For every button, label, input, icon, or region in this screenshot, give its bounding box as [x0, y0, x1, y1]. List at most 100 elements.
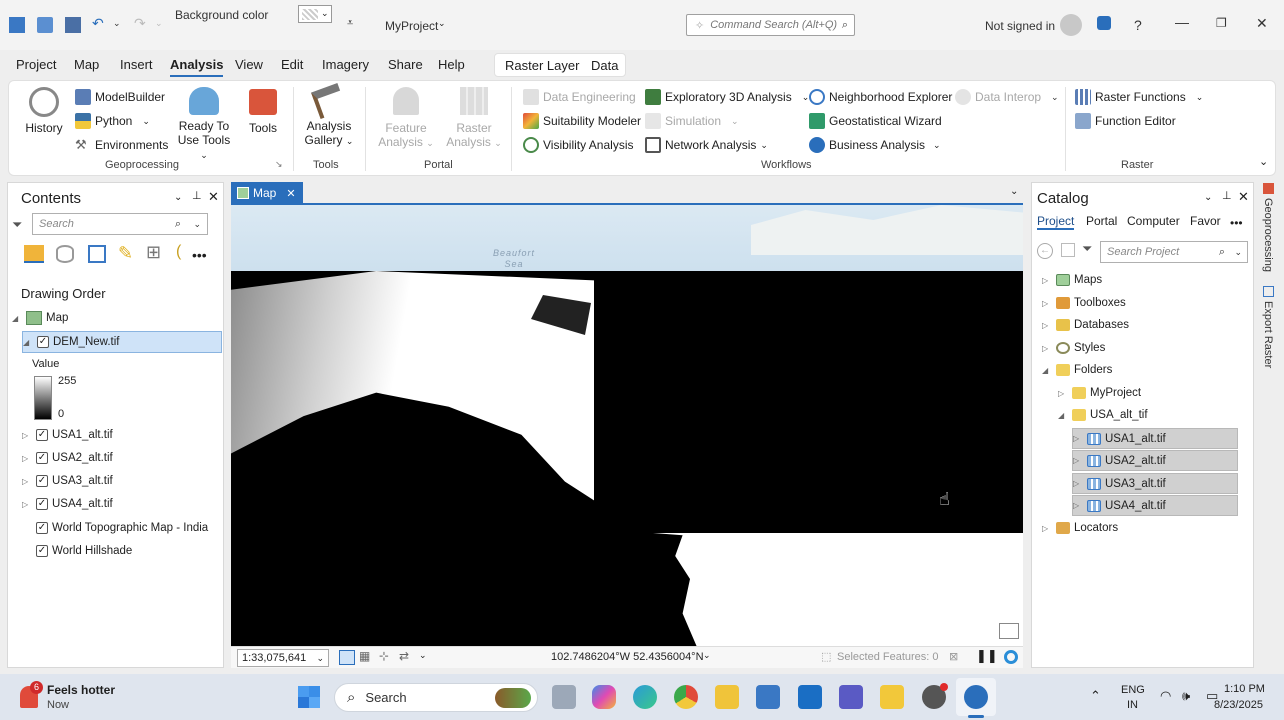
raster-analysis-button[interactable]: Raster Analysis ⌄	[445, 87, 503, 150]
volume-icon[interactable]: 🕪	[1182, 688, 1190, 704]
visibility-analysis-button[interactable]: Visibility Analysis	[523, 137, 633, 153]
data-engineering-button[interactable]: Data Engineering	[523, 89, 636, 105]
teams-icon[interactable]	[839, 685, 863, 709]
new-project-icon[interactable]	[9, 17, 25, 33]
tab-edit[interactable]: Edit	[281, 57, 303, 72]
language-1[interactable]: ENG	[1121, 684, 1145, 696]
expand-triangle-icon[interactable]: ▷	[1042, 344, 1052, 353]
list-by-selection-icon[interactable]	[88, 245, 106, 263]
layer-row[interactable]: ▷ ✓ USA4_alt.tif	[22, 494, 113, 514]
exploratory-3d-analysis-button[interactable]: Exploratory 3D Analysis ⌄	[645, 89, 809, 105]
business-analysis-button[interactable]: Business Analysis ⌄	[809, 137, 941, 153]
outlook-icon[interactable]	[798, 685, 822, 709]
layer-row-selected[interactable]: ◢ ✓ DEM_New.tif	[22, 331, 222, 353]
list-by-drawing-order-icon[interactable]	[24, 245, 44, 263]
catalog-item-styles[interactable]: ▷ Styles	[1042, 338, 1105, 358]
expand-triangle-icon[interactable]: ▷	[22, 477, 32, 486]
fixed-scale-icon[interactable]	[339, 650, 355, 665]
tab-map[interactable]: Map	[74, 57, 99, 72]
ready-to-use-tools-button[interactable]: Ready To Use Tools ⌄	[175, 87, 233, 162]
help-icon[interactable]: ?	[1134, 17, 1142, 33]
neighborhood-explorer-button[interactable]: Neighborhood Explorer	[809, 89, 952, 105]
edge-icon[interactable]	[633, 685, 657, 709]
more-options-icon[interactable]: •••	[192, 247, 207, 263]
refresh-icon[interactable]	[1004, 650, 1018, 664]
expand-triangle-icon[interactable]: ▷	[22, 454, 32, 463]
redo-icon[interactable]: ↷	[134, 15, 146, 32]
sign-in-status[interactable]: Not signed in	[985, 19, 1055, 33]
network-analysis-button[interactable]: Network Analysis ⌄	[645, 137, 768, 153]
close-tab-icon[interactable]: ✕	[286, 187, 295, 200]
layer-row[interactable]: ▷ ✓ USA3_alt.tif	[22, 471, 113, 491]
power-bi-icon[interactable]	[880, 685, 904, 709]
function-editor-button[interactable]: Function Editor	[1075, 113, 1176, 129]
side-tab-geoprocessing[interactable]: Geoprocessing	[1262, 198, 1274, 272]
suitability-modeler-button[interactable]: Suitability Modeler	[523, 113, 641, 129]
redo-dropdown-icon[interactable]: ⌄	[155, 18, 163, 29]
pin-icon[interactable]: ⊥	[192, 189, 202, 202]
export-raster-icon[interactable]	[1263, 286, 1274, 297]
ribbon-collapse-icon[interactable]: ⌄	[1259, 155, 1268, 168]
tab-insert[interactable]: Insert	[120, 57, 153, 72]
expand-triangle-icon[interactable]: ▷	[1073, 456, 1083, 465]
project-name[interactable]: MyProject	[385, 19, 438, 33]
layer-row[interactable]: ▷ ✓ USA2_alt.tif	[22, 448, 113, 468]
tab-project[interactable]: Project	[16, 57, 56, 72]
tools-button[interactable]: Tools	[243, 87, 283, 135]
project-dropdown-icon[interactable]: ⌄	[438, 18, 446, 29]
expand-triangle-icon[interactable]: ◢	[23, 338, 33, 347]
expand-triangle-icon[interactable]: ▷	[1073, 434, 1083, 443]
more-options-icon[interactable]: •••	[1230, 216, 1243, 230]
tab-share[interactable]: Share	[388, 57, 423, 72]
pin-icon[interactable]: ⊥	[1222, 189, 1232, 202]
background-color-picker[interactable]: ⌄	[298, 5, 332, 23]
avatar-icon[interactable]	[1060, 14, 1082, 36]
task-view-icon[interactable]	[552, 685, 576, 709]
expand-triangle-icon[interactable]: ▷	[1058, 389, 1068, 398]
taskbar-search[interactable]: ⌕ Search	[334, 683, 538, 712]
layer-row[interactable]: ✓ World Hillshade	[22, 541, 132, 561]
tab-view[interactable]: View	[235, 57, 263, 72]
modelbuilder-button[interactable]: ModelBuilder	[75, 89, 165, 105]
store-icon[interactable]	[756, 685, 780, 709]
home-icon[interactable]	[1061, 243, 1075, 257]
tab-data[interactable]: Data	[591, 58, 618, 73]
expand-triangle-icon[interactable]: ▷	[1073, 501, 1083, 510]
catalog-raster-item[interactable]: ▷ USA1_alt.tif	[1072, 428, 1238, 449]
view-options-chevron-icon[interactable]: ⌄	[1010, 186, 1018, 197]
layer-visibility-checkbox[interactable]: ✓	[36, 522, 48, 534]
catalog-raster-item[interactable]: ▷ USA3_alt.tif	[1072, 473, 1238, 494]
catalog-folder-usa-alt[interactable]: ◢ USA_alt_tif	[1058, 405, 1148, 425]
layer-visibility-checkbox[interactable]: ✓	[36, 545, 48, 557]
back-icon[interactable]: ←	[1037, 243, 1053, 259]
collapse-triangle-icon[interactable]: ◢	[1042, 366, 1052, 375]
catalog-item-databases[interactable]: ▷ Databases	[1042, 315, 1129, 335]
expand-triangle-icon[interactable]: ▷	[1042, 299, 1052, 308]
close-icon[interactable]: ✕	[1256, 15, 1268, 32]
close-icon[interactable]: ✕	[1238, 189, 1249, 205]
catalog-raster-item[interactable]: ▷ USA4_alt.tif	[1072, 495, 1238, 516]
expand-triangle-icon[interactable]: ◢	[12, 314, 22, 323]
catalog-tab-computer[interactable]: Computer	[1127, 214, 1180, 228]
list-by-snapping-icon[interactable]: ⊞	[146, 242, 161, 263]
catalog-tab-portal[interactable]: Portal	[1086, 214, 1117, 228]
catalog-item-folders[interactable]: ◢ Folders	[1042, 360, 1112, 380]
map-tree-item[interactable]: ◢ Map	[12, 308, 68, 328]
layer-row[interactable]: ✓ World Topographic Map - India	[22, 518, 208, 538]
geostatistical-wizard-button[interactable]: Geostatistical Wizard	[809, 113, 942, 129]
layer-visibility-checkbox[interactable]: ✓	[36, 452, 48, 464]
clock-time[interactable]: 1:10 PM	[1224, 683, 1265, 695]
expand-triangle-icon[interactable]: ▷	[22, 500, 32, 509]
catalog-tab-favorites[interactable]: Favor	[1190, 214, 1221, 228]
expand-triangle-icon[interactable]: ▷	[1073, 479, 1083, 488]
undo-dropdown-icon[interactable]: ⌄	[113, 18, 121, 29]
collapse-triangle-icon[interactable]: ◢	[1058, 411, 1068, 420]
close-icon[interactable]: ✕	[208, 189, 219, 205]
tab-analysis[interactable]: Analysis	[170, 57, 224, 77]
catalog-search-input[interactable]: Search Project ⌕ ⌄	[1100, 241, 1248, 263]
open-project-icon[interactable]	[37, 17, 53, 33]
filter-icon[interactable]: ⏷	[1082, 241, 1092, 257]
catalog-item-maps[interactable]: ▷ Maps	[1042, 270, 1102, 290]
coordinate-system-chevron-icon[interactable]: ⌄	[703, 650, 711, 661]
side-tab-export-raster[interactable]: Export Raster	[1262, 301, 1274, 368]
